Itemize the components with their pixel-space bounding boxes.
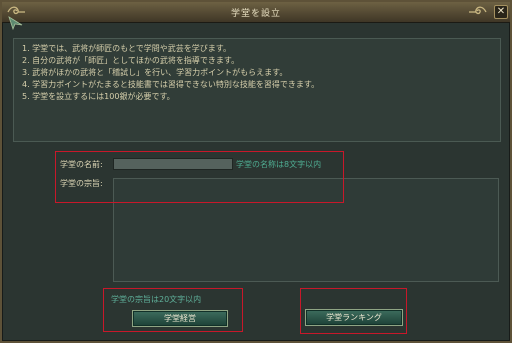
highlight-frame-form <box>55 151 344 203</box>
leaf-corner-icon <box>8 16 23 30</box>
highlight-frame-manage <box>103 288 243 332</box>
academy-info-panel: 1. 学堂では、武将が師匠のもとで学問や武芸を学びます。 2. 自分の武将が「師… <box>13 38 501 142</box>
info-list: 1. 学堂では、武将が師匠のもとで学問や武芸を学びます。 2. 自分の武将が「師… <box>22 43 319 103</box>
scroll-ornament-icon <box>469 6 487 15</box>
info-line: 1. 学堂では、武将が師匠のもとで学問や武芸を学びます。 <box>22 44 231 53</box>
highlight-frame-ranking <box>300 288 407 334</box>
title-bar[interactable]: 学堂を設立 ✕ <box>2 2 510 23</box>
close-icon: ✕ <box>496 6 506 17</box>
academy-dialog: 学堂を設立 ✕ 1. 学堂では、武将が師匠のもとで学問や武芸を学びます。 2. … <box>0 0 512 343</box>
close-button[interactable]: ✕ <box>494 5 508 19</box>
info-line: 3. 武将がほかの武将と「稽試し」を行い、学習力ポイントがもらえます。 <box>22 68 288 77</box>
info-line: 4. 学習力ポイントがたまると技能書では習得できない特別な技能を習得できます。 <box>22 80 320 89</box>
info-line: 5. 学堂を設立するには100銀が必要です。 <box>22 92 175 101</box>
dialog-title: 学堂を設立 <box>230 9 281 19</box>
info-line: 2. 自分の武将が「師匠」としてほかの武将を指導できます。 <box>22 56 240 65</box>
